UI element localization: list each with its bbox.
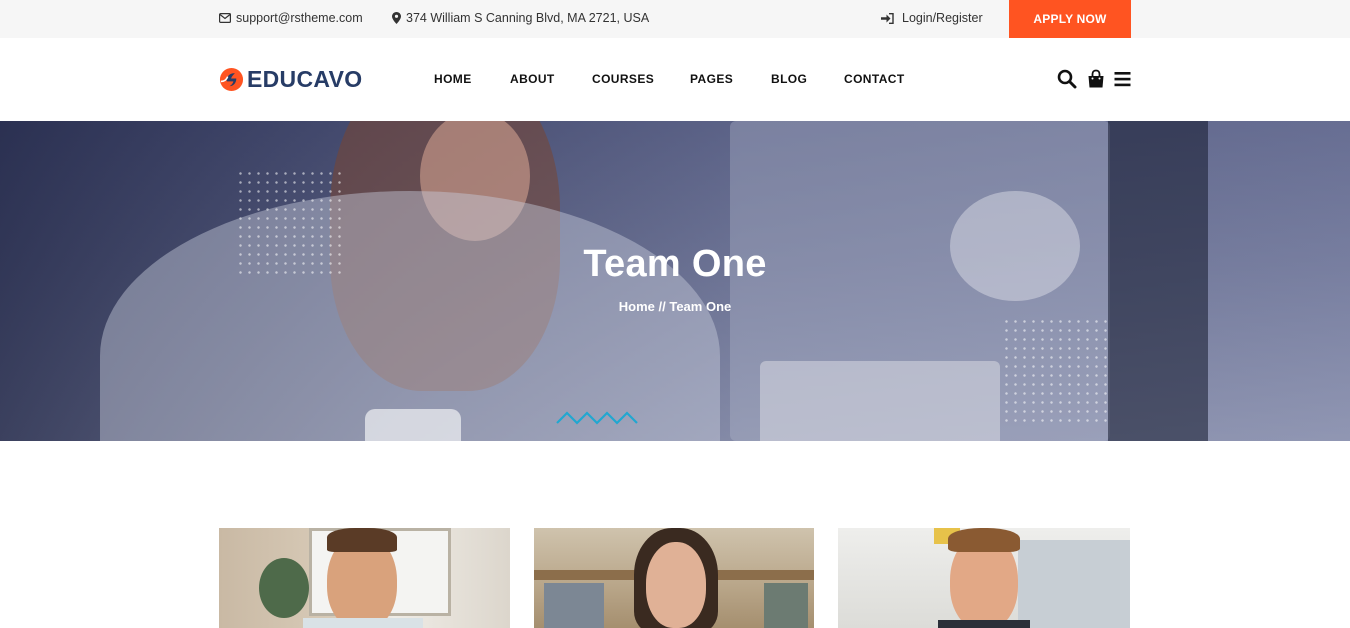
envelope-icon: [219, 13, 231, 23]
map-marker-icon: [392, 12, 401, 24]
page-title: Team One: [583, 243, 767, 285]
nav-blog[interactable]: BLOG: [771, 72, 807, 86]
nav-home[interactable]: HOME: [434, 72, 472, 86]
team-photo-window: [1018, 540, 1130, 628]
shopping-bag-icon[interactable]: [1086, 69, 1106, 89]
team-photo-plant: [259, 558, 309, 618]
nav-about[interactable]: ABOUT: [510, 72, 555, 86]
nav-pages[interactable]: PAGES: [690, 72, 733, 86]
site-logo[interactable]: EDUCAVO: [219, 66, 362, 93]
logo-text: EDUCAVO: [247, 66, 363, 92]
hero-photo-laptop: [760, 361, 1000, 441]
menu-icon[interactable]: [1113, 69, 1133, 89]
breadcrumb-separator: //: [654, 299, 670, 314]
sign-in-icon: [881, 12, 894, 24]
apply-now-button[interactable]: APPLY NOW: [1009, 0, 1131, 38]
hero-photo-sweater: [100, 191, 720, 441]
top-bar: support@rstheme.com 374 William S Cannin…: [0, 0, 1350, 38]
login-register-text: Login/Register: [902, 11, 983, 25]
team-photo-face: [646, 542, 706, 628]
search-icon[interactable]: [1057, 69, 1077, 89]
topbar-address-text: 374 William S Canning Blvd, MA 2721, USA: [406, 11, 650, 25]
team-photo-shirt: [938, 620, 1030, 628]
nav-courses[interactable]: COURSES: [592, 72, 654, 86]
team-photo-hair: [948, 528, 1020, 552]
logo-mark-icon: [219, 67, 244, 92]
topbar-address: 374 William S Canning Blvd, MA 2721, USA: [392, 11, 649, 25]
breadcrumb: Home // Team One: [0, 299, 1350, 314]
hero-photo-mug: [365, 409, 461, 441]
team-photo-books: [764, 583, 808, 628]
nav-contact[interactable]: CONTACT: [844, 72, 905, 86]
team-member-card[interactable]: [219, 528, 510, 628]
zigzag-decoration-icon: [556, 411, 638, 425]
topbar-email[interactable]: support@rstheme.com: [219, 11, 363, 25]
main-header: EDUCAVO HOME ABOUT COURSES PAGES BLOG CO…: [0, 38, 1350, 121]
page-title-banner: Team One Home // Team One: [0, 121, 1350, 441]
team-member-card[interactable]: [534, 528, 814, 628]
team-photo-books: [544, 583, 604, 628]
team-photo-hair: [327, 528, 397, 552]
dot-pattern-right: [1002, 317, 1112, 427]
login-register-link[interactable]: Login/Register: [881, 11, 983, 25]
team-photo-shirt: [303, 618, 423, 628]
breadcrumb-current: Team One: [669, 299, 732, 314]
topbar-email-text: support@rstheme.com: [236, 11, 363, 25]
breadcrumb-home-link[interactable]: Home: [619, 299, 655, 314]
team-member-card[interactable]: [838, 528, 1130, 628]
